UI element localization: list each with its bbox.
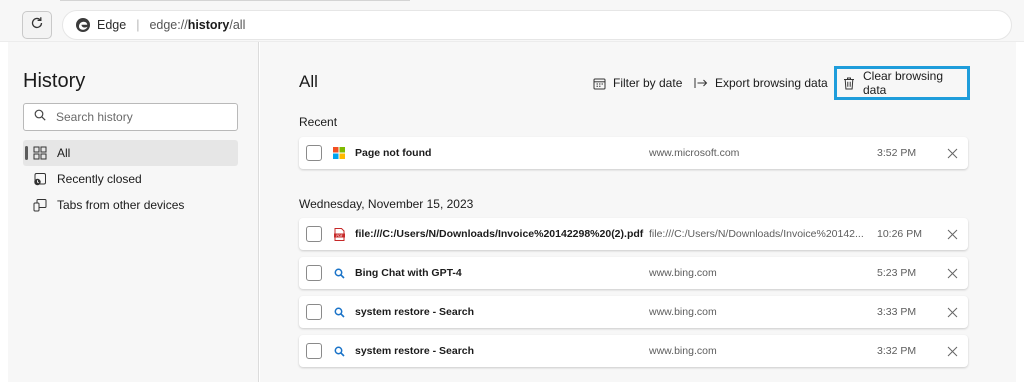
history-row[interactable]: Page not found www.microsoft.com 3:52 PM	[299, 137, 968, 169]
row-domain: www.bing.com	[649, 267, 717, 279]
row-checkbox[interactable]	[306, 145, 322, 161]
row-time: 10:26 PM	[877, 228, 922, 240]
browser-toolbar: Edge | edge://history/all	[0, 0, 1024, 42]
history-row[interactable]: system restore - Search www.bing.com 3:3…	[299, 296, 968, 328]
section-label-date: Wednesday, November 15, 2023	[299, 197, 474, 211]
calendar-icon	[593, 77, 606, 90]
url-text: edge://history/all	[149, 18, 245, 32]
row-checkbox[interactable]	[306, 226, 322, 242]
address-separator: |	[136, 18, 140, 32]
export-browsing-data-button[interactable]: Export browsing data	[694, 72, 828, 94]
row-time: 3:52 PM	[877, 147, 917, 159]
reload-button[interactable]	[22, 11, 52, 39]
sidebar-item-label: All	[57, 146, 71, 160]
clear-label: Clear browsing data	[863, 69, 944, 97]
grid-icon	[33, 146, 47, 160]
row-time: 3:32 PM	[877, 345, 917, 357]
row-title[interactable]: system restore - Search	[355, 306, 474, 318]
history-row[interactable]: PDF file:///C:/Users/N/Downloads/Invoice…	[299, 218, 968, 250]
filter-label: Filter by date	[613, 76, 683, 90]
history-sidebar: History All Recently closed Tabs from ot…	[8, 42, 259, 382]
row-domain: www.bing.com	[649, 345, 717, 357]
filter-by-date-button[interactable]: Filter by date	[593, 72, 682, 94]
row-title[interactable]: system restore - Search	[355, 345, 474, 357]
address-bar[interactable]: Edge | edge://history/all	[62, 10, 1012, 40]
sidebar-item-label: Recently closed	[57, 172, 142, 186]
close-icon[interactable]	[945, 146, 959, 160]
row-domain: www.microsoft.com	[649, 147, 740, 159]
sidebar-title: History	[23, 70, 86, 92]
devices-icon	[33, 198, 47, 212]
export-arrow-icon	[694, 77, 708, 89]
row-checkbox[interactable]	[306, 265, 322, 281]
recently-closed-icon	[33, 172, 47, 186]
row-title[interactable]: Bing Chat with GPT-4	[355, 267, 462, 279]
microsoft-logo-icon	[332, 146, 346, 160]
bing-search-icon	[332, 305, 346, 319]
sidebar-item-label: Tabs from other devices	[57, 198, 185, 212]
section-label-recent: Recent	[299, 115, 338, 129]
search-input[interactable]	[56, 110, 226, 124]
page-title: All	[299, 72, 318, 91]
search-icon	[34, 108, 46, 126]
clear-browsing-data-button[interactable]: Clear browsing data	[834, 66, 970, 100]
edge-logo-icon	[75, 17, 91, 33]
url-bold-part: history	[187, 18, 230, 32]
history-row[interactable]: system restore - Search www.bing.com 3:3…	[299, 335, 968, 367]
browser-name: Edge	[97, 18, 127, 32]
history-main: All Filter by date Export browsing data …	[260, 42, 1016, 382]
search-box[interactable]	[23, 103, 238, 131]
sidebar-item-all[interactable]: All	[23, 140, 238, 166]
row-domain: file:///C:/Users/N/Downloads/Invoice%201…	[649, 228, 864, 240]
row-checkbox[interactable]	[306, 304, 322, 320]
bing-search-icon	[332, 266, 346, 280]
row-title[interactable]: file:///C:/Users/N/Downloads/Invoice%201…	[355, 228, 643, 240]
row-domain: www.bing.com	[649, 306, 717, 318]
close-icon[interactable]	[945, 266, 959, 280]
row-time: 5:23 PM	[877, 267, 917, 279]
export-label: Export browsing data	[715, 76, 828, 90]
tab-strip-edge	[60, 0, 410, 10]
close-icon[interactable]	[945, 305, 959, 319]
url-prefix: edge://	[149, 18, 188, 32]
history-row[interactable]: Bing Chat with GPT-4 www.bing.com 5:23 P…	[299, 257, 968, 289]
sidebar-item-tabs-other-devices[interactable]: Tabs from other devices	[23, 192, 238, 218]
svg-text:PDF: PDF	[336, 233, 342, 237]
pdf-icon: PDF	[332, 227, 346, 241]
row-checkbox[interactable]	[306, 343, 322, 359]
close-icon[interactable]	[945, 344, 959, 358]
reload-icon	[30, 16, 44, 35]
close-icon[interactable]	[945, 227, 959, 241]
row-title[interactable]: Page not found	[355, 147, 431, 159]
sidebar-item-recently-closed[interactable]: Recently closed	[23, 166, 238, 192]
bing-search-icon	[332, 344, 346, 358]
trash-icon	[843, 77, 855, 90]
url-suffix: /all	[229, 18, 246, 32]
row-time: 3:33 PM	[877, 306, 917, 318]
